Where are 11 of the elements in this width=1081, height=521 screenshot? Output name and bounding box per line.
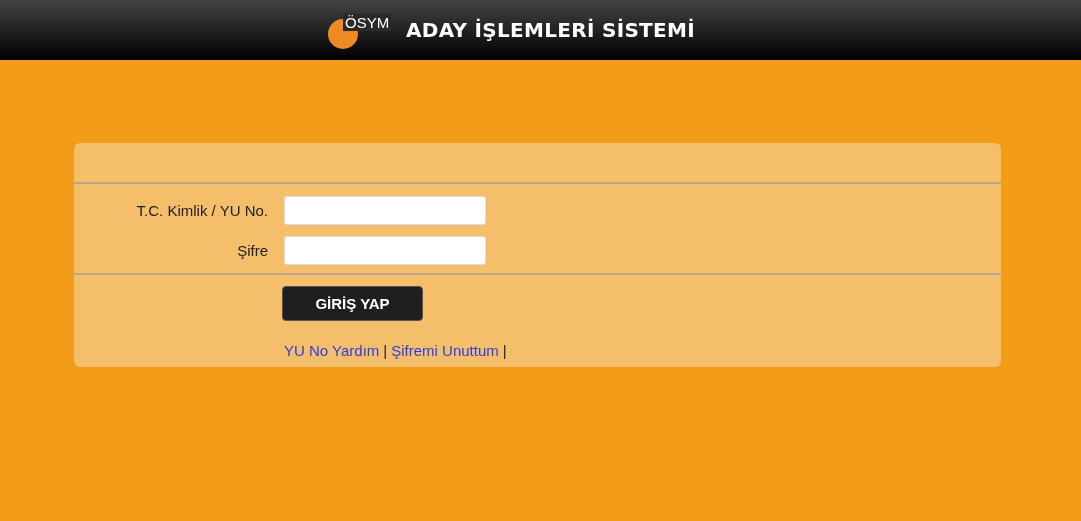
help-link[interactable]: YU No Yardım	[284, 342, 380, 359]
logo-text: ÖSYM	[343, 14, 392, 31]
separator: |	[383, 342, 388, 359]
input-field[interactable]	[284, 236, 486, 265]
login-button[interactable]: GİRİŞ YAP	[282, 286, 423, 321]
field-label: Şifre	[236, 242, 268, 259]
field-label: T.C. Kimlik / YU No.	[135, 202, 268, 219]
site-title: ADAY İŞLEMLERİ SİSTEMİ	[406, 18, 695, 42]
separator: |	[502, 342, 507, 359]
input-field[interactable]	[284, 196, 486, 225]
help-link[interactable]: Şifremi Unuttum	[391, 342, 499, 359]
